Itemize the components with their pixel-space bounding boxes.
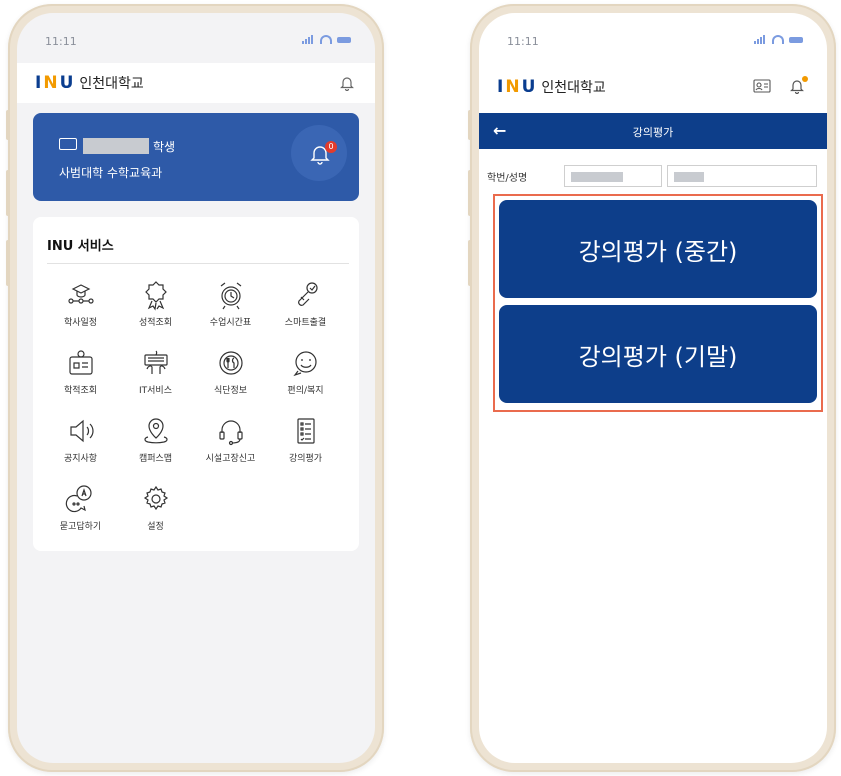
status-bar: 11:11 <box>17 13 375 57</box>
app-header: INU 인천대학교 <box>479 67 827 107</box>
phone-side-button <box>6 110 10 140</box>
inu-logo: INU 인천대학교 <box>35 73 144 93</box>
signal-icon <box>754 35 767 44</box>
status-time: 11:11 <box>507 35 539 48</box>
service-label: 공지사항 <box>63 454 98 464</box>
logo-mark: I <box>497 77 504 97</box>
service-label: 학적조회 <box>63 386 98 396</box>
service-label: 식단정보 <box>213 386 248 396</box>
logo-mark-u: U <box>521 77 536 97</box>
service-welfare[interactable]: 편의/복지 <box>268 343 343 411</box>
service-label: 시설고장신고 <box>205 454 256 464</box>
left-phone-frame: 11:11 INU 인천대학교 학생 사범대학 수학교육과 0 INU 서비스 … <box>6 4 384 772</box>
service-label: 편의/복지 <box>287 386 324 396</box>
service-facility-report[interactable]: 시설고장신고 <box>193 411 268 479</box>
service-campus-map[interactable]: 캠퍼스맵 <box>118 411 193 479</box>
award-medal-icon <box>144 281 167 311</box>
notification-badge: 0 <box>325 141 337 153</box>
smile-chat-icon <box>292 351 317 377</box>
services-panel: INU 서비스 학사일정 성적조회 수업시간표 스마트출결 학적조회 IT서비스… <box>33 217 359 551</box>
gear-icon <box>143 485 168 511</box>
service-label: 설정 <box>147 522 164 532</box>
calendar-hat-icon <box>67 284 94 304</box>
qa-bubble-icon <box>65 485 92 513</box>
service-qna[interactable]: 묻고답하기 <box>43 479 118 547</box>
status-bar: 11:11 <box>479 13 827 57</box>
service-academic-calendar[interactable]: 학사일정 <box>43 275 118 343</box>
final-evaluation-button[interactable]: 강의평가 (기말) <box>499 305 817 403</box>
service-notice[interactable]: 공지사항 <box>43 411 118 479</box>
checklist-icon <box>296 418 315 444</box>
battery-icon <box>789 36 803 43</box>
masked-name <box>83 138 149 154</box>
keyboard-hands-icon <box>143 350 168 374</box>
services-grid: 학사일정 성적조회 수업시간표 스마트출결 학적조회 IT서비스 식단정보 편의… <box>43 275 343 547</box>
service-label: IT서비스 <box>139 386 172 396</box>
status-icons <box>302 35 351 44</box>
phone-side-button <box>6 240 10 286</box>
headset-icon <box>218 420 243 446</box>
service-timetable[interactable]: 수업시간표 <box>193 275 268 343</box>
service-student-record[interactable]: 학적조회 <box>43 343 118 411</box>
logo-mark-u: U <box>59 73 74 93</box>
notification-dot <box>802 76 808 82</box>
service-grades[interactable]: 성적조회 <box>118 275 193 343</box>
plate-cutlery-icon <box>218 351 243 375</box>
right-phone-screen: 11:11 INU 인천대학교 ← 강의평가 학번/성명 강의평가 (중간) 강… <box>479 13 827 763</box>
logo-mark: I <box>35 73 42 93</box>
signal-icon <box>302 35 315 44</box>
service-lecture-evaluation[interactable]: 강의평가 <box>268 411 343 479</box>
app-header: INU 인천대학교 <box>17 63 375 103</box>
service-settings[interactable]: 설정 <box>118 479 193 547</box>
service-label: 묻고답하기 <box>59 522 102 532</box>
service-label: 스마트출결 <box>284 318 327 328</box>
wifi-icon <box>320 35 332 44</box>
services-title: INU 서비스 <box>47 239 114 254</box>
student-id-field[interactable] <box>564 165 662 187</box>
midterm-evaluation-button[interactable]: 강의평가 (중간) <box>499 200 817 298</box>
student-id-row: 학번/성명 <box>479 163 827 187</box>
inu-logo: INU 인천대학교 <box>497 77 606 97</box>
phone-side-button <box>468 170 472 216</box>
phone-side-button <box>468 240 472 286</box>
id-card-icon[interactable] <box>753 79 771 93</box>
service-label: 학사일정 <box>63 318 98 328</box>
user-role: 학생 <box>153 140 176 154</box>
notification-bell-icon[interactable] <box>339 75 355 92</box>
wifi-icon <box>772 35 784 44</box>
service-label: 캠퍼스맵 <box>138 454 173 464</box>
id-card-icon <box>68 350 93 375</box>
check-link-icon <box>297 282 318 306</box>
page-nav-bar: ← 강의평가 <box>479 113 827 149</box>
services-divider <box>47 263 349 264</box>
logo-mark-accent: N <box>43 73 58 93</box>
service-label: 성적조회 <box>138 318 173 328</box>
service-label: 강의평가 <box>288 454 323 464</box>
page-title: 강의평가 <box>632 126 674 139</box>
user-department: 사범대학 수학교육과 <box>59 166 163 180</box>
speaker-icon <box>69 419 94 443</box>
service-meal-info[interactable]: 식단정보 <box>193 343 268 411</box>
alarm-clock-icon <box>220 282 241 310</box>
school-name: 인천대학교 <box>79 76 144 92</box>
student-name-field[interactable] <box>667 165 817 187</box>
map-pin-icon <box>143 418 168 444</box>
id-name-label: 학번/성명 <box>487 173 528 184</box>
masked-student-name <box>674 172 704 182</box>
school-name: 인천대학교 <box>541 80 606 96</box>
service-smart-attendance[interactable]: 스마트출결 <box>268 275 343 343</box>
masked-student-id <box>571 172 623 182</box>
battery-icon <box>337 36 351 43</box>
right-phone-frame: 11:11 INU 인천대학교 ← 강의평가 학번/성명 강의평가 (중간) 강… <box>468 4 836 772</box>
service-label: 수업시간표 <box>209 318 252 328</box>
left-phone-screen: 11:11 INU 인천대학교 학생 사범대학 수학교육과 0 INU 서비스 … <box>17 13 375 763</box>
user-card[interactable]: 학생 사범대학 수학교육과 0 <box>33 113 359 201</box>
status-time: 11:11 <box>45 35 77 48</box>
id-card-icon <box>59 138 77 150</box>
status-icons <box>754 35 803 44</box>
logo-mark-accent: N <box>505 77 520 97</box>
service-it[interactable]: IT서비스 <box>118 343 193 411</box>
phone-side-button <box>468 110 472 140</box>
phone-side-button <box>6 170 10 216</box>
